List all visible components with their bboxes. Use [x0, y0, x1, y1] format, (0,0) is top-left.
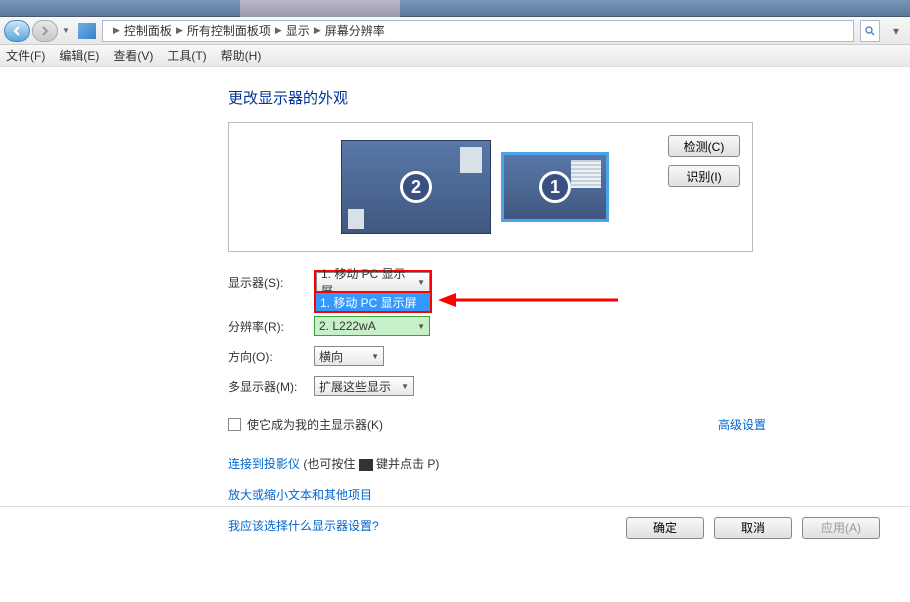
search-button[interactable]: [860, 20, 880, 42]
monitor-number: 2: [400, 171, 432, 203]
orientation-label: 方向(O):: [228, 348, 314, 365]
projector-hint-2: 键并点击 P): [373, 457, 440, 471]
dropdown-arrow-icon: ▼: [371, 352, 379, 361]
monitor-deco-icon: [460, 147, 482, 173]
monitor-1-selected[interactable]: 1: [501, 152, 609, 222]
monitor-number: 1: [539, 171, 571, 203]
crumb-control-panel[interactable]: 控制面板: [124, 22, 172, 39]
windows-key-icon: [359, 459, 373, 471]
crumb-sep: ▶: [113, 25, 120, 36]
menu-edit[interactable]: 编辑(E): [59, 47, 99, 64]
ok-button[interactable]: 确定: [626, 517, 704, 539]
primary-display-label: 使它成为我的主显示器(K): [247, 416, 383, 433]
breadcrumb[interactable]: ▶ 控制面板 ▶ 所有控制面板项 ▶ 显示 ▶ 屏幕分辨率: [102, 20, 854, 42]
display-select[interactable]: 1. 移动 PC 显示屏 ▼: [316, 272, 430, 292]
detect-button[interactable]: 检测(C): [668, 135, 740, 157]
display-option-1[interactable]: 1. 移动 PC 显示屏: [316, 293, 430, 311]
dropdown-arrow-icon: ▼: [417, 322, 425, 331]
dropdown-arrow-icon: ▼: [401, 382, 409, 391]
identify-button[interactable]: 识别(I): [668, 165, 740, 187]
apply-button[interactable]: 应用(A): [802, 517, 880, 539]
multidisplay-label: 多显示器(M):: [228, 378, 314, 395]
display-dropdown-list: 1. 移动 PC 显示屏: [314, 291, 432, 313]
content-area: 更改显示器的外观 2 1 检测(C) 识别(I) 显示器(S): 1. 移动 P…: [0, 67, 910, 534]
crumb-all-items[interactable]: 所有控制面板项: [187, 22, 271, 39]
text-size-link[interactable]: 放大或缩小文本和其他项目: [228, 486, 910, 503]
menu-tools[interactable]: 工具(T): [167, 47, 206, 64]
crumb-sep: ▶: [176, 25, 183, 36]
orientation-select[interactable]: 横向 ▼: [314, 346, 384, 366]
menu-help[interactable]: 帮助(H): [221, 47, 262, 64]
crumb-resolution[interactable]: 屏幕分辨率: [325, 22, 385, 39]
location-icon: [78, 23, 96, 39]
projector-link[interactable]: 连接到投影仪: [228, 457, 300, 471]
dialog-button-bar: 确定 取消 应用(A): [0, 506, 910, 548]
monitor-2[interactable]: 2: [341, 140, 491, 234]
multidisplay-select[interactable]: 扩展这些显示 ▼: [314, 376, 414, 396]
settings-form: 显示器(S): 1. 移动 PC 显示屏 ▼ 1. 移动 PC 显示屏 分辨率(…: [228, 270, 910, 534]
advanced-settings-link[interactable]: 高级设置: [718, 416, 766, 433]
window-titlebar: [0, 0, 910, 17]
back-button[interactable]: [4, 20, 30, 42]
forward-button[interactable]: [32, 20, 58, 42]
window-control-icon[interactable]: ▾: [886, 24, 906, 38]
display-label: 显示器(S):: [228, 274, 314, 291]
menu-view[interactable]: 查看(V): [113, 47, 153, 64]
projector-hint: (也可按住: [300, 457, 359, 471]
monitor-preview-box: 2 1 检测(C) 识别(I): [228, 122, 753, 252]
primary-display-checkbox-row: 使它成为我的主显示器(K) 高级设置: [228, 416, 910, 433]
navigation-bar: ▼ ▶ 控制面板 ▶ 所有控制面板项 ▶ 显示 ▶ 屏幕分辨率 ▾: [0, 17, 910, 45]
primary-display-checkbox[interactable]: [228, 418, 241, 431]
cancel-button[interactable]: 取消: [714, 517, 792, 539]
nav-history-dropdown[interactable]: ▼: [60, 20, 72, 42]
page-title: 更改显示器的外观: [228, 87, 910, 108]
crumb-display[interactable]: 显示: [286, 22, 310, 39]
monitor-deco-icon: [348, 209, 364, 229]
crumb-sep: ▶: [275, 25, 282, 36]
menu-bar: 文件(F) 编辑(E) 查看(V) 工具(T) 帮助(H): [0, 45, 910, 67]
annotation-arrow-icon: [438, 292, 618, 314]
dropdown-arrow-icon: ▼: [417, 278, 425, 287]
multidisplay-value: 扩展这些显示: [319, 378, 391, 395]
resolution-select[interactable]: 2. L222wA ▼: [314, 316, 430, 336]
orientation-value: 横向: [319, 348, 343, 365]
monitor-deco-icon: [571, 160, 601, 188]
resolution-label: 分辨率(R):: [228, 318, 314, 335]
crumb-sep: ▶: [314, 25, 321, 36]
menu-file[interactable]: 文件(F): [6, 47, 45, 64]
resolution-value: 2. L222wA: [319, 319, 376, 333]
